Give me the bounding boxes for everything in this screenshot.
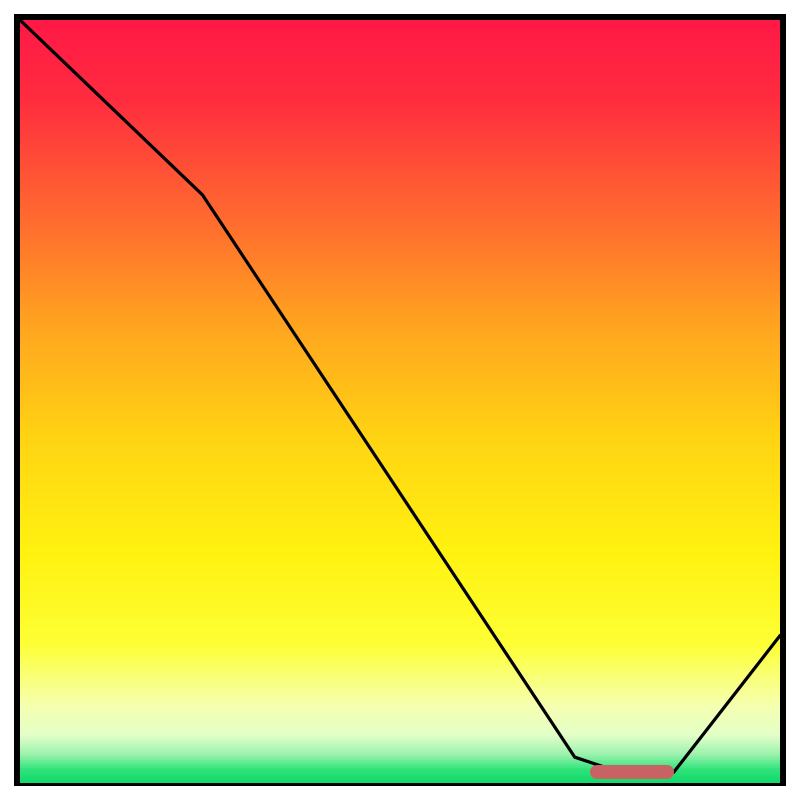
chart-frame: TheBottleneck.com [14,14,786,786]
gradient-row [20,780,780,783]
chart-svg [20,20,780,780]
bottleneck-curve [20,20,780,772]
chart-plot-area: TheBottleneck.com [20,20,780,780]
optimal-range-marker [590,765,674,779]
